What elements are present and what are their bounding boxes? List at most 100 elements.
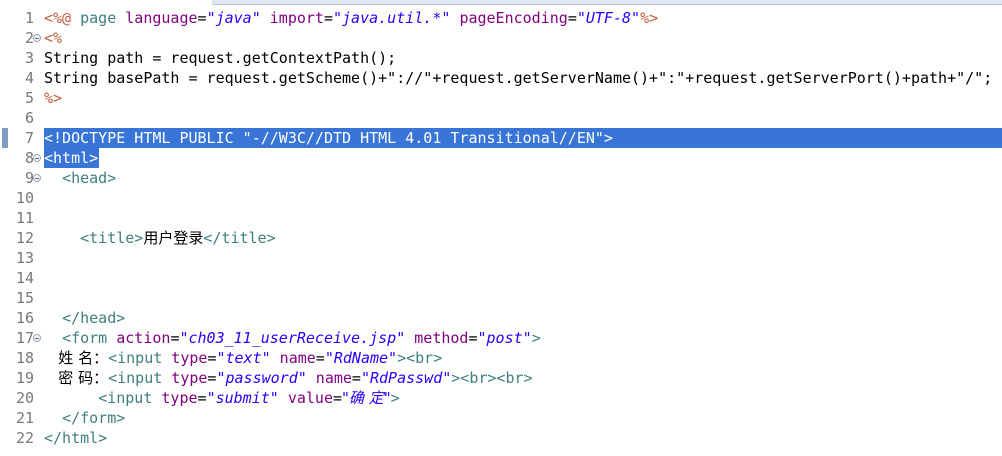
code-line[interactable]: 12 <title>用户登录</title>	[0, 228, 1002, 248]
code-lines[interactable]: 1 <%@ page language="java" import="java.u…	[0, 8, 1002, 448]
code-text: String path = request.getContextPath();	[44, 48, 396, 68]
code-text: </form>	[44, 408, 125, 428]
code-token: "java"	[206, 9, 261, 27]
line-number: 11	[15, 209, 34, 227]
code-line[interactable]: 3 String path = request.getContextPath();	[0, 48, 1002, 68]
line-number: 7	[24, 129, 34, 147]
code-line[interactable]: 4 String basePath = request.getScheme()+"…	[0, 68, 1002, 88]
code-line[interactable]: 10	[0, 188, 1002, 208]
line-number: 14	[15, 269, 34, 287]
code-token: <input	[108, 349, 163, 367]
code-text: 姓 名：<input type="text" name="RdName"><br…	[44, 348, 442, 368]
line-number: 12	[15, 229, 34, 247]
code-token: import	[269, 9, 324, 27]
code-token: =	[197, 9, 207, 27]
code-line[interactable]: 2 <%	[0, 28, 1002, 48]
code-line[interactable]: 1 <%@ page language="java" import="java.u…	[0, 8, 1002, 28]
code-line[interactable]: 19 密 码：<input type="password" name="RdPa…	[0, 368, 1002, 388]
code-token: =	[351, 369, 361, 387]
code-token: =	[197, 389, 207, 407]
fold-toggle-icon[interactable]	[33, 334, 41, 342]
code-line[interactable]: 15	[0, 288, 1002, 308]
code-token: <%	[44, 29, 63, 47]
code-text: <head>	[44, 168, 116, 188]
fold-toggle-icon[interactable]	[33, 34, 41, 42]
code-text: <title>用户登录</title>	[44, 228, 276, 248]
line-number: 17	[15, 329, 34, 347]
code-token: type	[171, 349, 208, 367]
code-line[interactable]: 14	[0, 268, 1002, 288]
code-token: <br>	[406, 349, 443, 367]
code-token: 用户登录	[143, 229, 204, 247]
code-token: </title>	[203, 229, 276, 247]
code-token: "text"	[216, 349, 271, 367]
code-editor[interactable]: 1 <%@ page language="java" import="java.u…	[0, 0, 1002, 456]
code-token: "password"	[216, 369, 307, 387]
line-number: 15	[15, 289, 34, 307]
code-text: <!DOCTYPE HTML PUBLIC "-//W3C//DTD HTML …	[44, 128, 613, 148]
code-text: </head>	[44, 308, 125, 328]
code-token: =	[315, 349, 325, 367]
line-number: 18	[15, 349, 34, 367]
line-number: 9	[24, 169, 34, 187]
code-text: <form action = "ch03_11_userReceive.jsp" m…	[44, 328, 541, 348]
code-line[interactable]: 5 %>	[0, 88, 1002, 108]
code-line[interactable]: 22 </html>	[0, 428, 1002, 448]
code-line[interactable]: 13	[0, 248, 1002, 268]
code-token: >	[451, 369, 461, 387]
code-token: value	[287, 389, 333, 407]
code-token: method	[414, 329, 469, 347]
code-token: </head>	[62, 309, 126, 327]
code-token: String path = request.getContextPath();	[44, 49, 397, 67]
code-token: =	[468, 329, 478, 347]
code-token: "RdPasswd"	[360, 369, 452, 387]
line-number: 16	[15, 309, 34, 327]
code-line[interactable]: 18 姓 名：<input type="text" name="RdName">…	[0, 348, 1002, 368]
line-number: 20	[15, 389, 34, 407]
code-text: %>	[44, 88, 62, 108]
code-line[interactable]: 17 <form action = "ch03_11_userReceive.jsp…	[0, 328, 1002, 348]
fold-toggle-icon[interactable]	[33, 174, 41, 182]
code-line[interactable]: 20 <input type="submit" value="确 定">	[0, 388, 1002, 408]
code-token: <input	[108, 369, 163, 387]
fold-toggle-icon[interactable]	[33, 154, 41, 162]
code-line[interactable]: 16 </head>	[0, 308, 1002, 328]
code-token: <title>	[80, 229, 144, 247]
code-token: =	[333, 389, 343, 407]
code-token: <input	[98, 389, 153, 407]
code-line[interactable]: 21 </form>	[0, 408, 1002, 428]
code-token: <br>	[460, 369, 497, 387]
code-token: </html>	[44, 429, 108, 447]
code-text: <input type="submit" value="确 定">	[44, 388, 399, 408]
code-text: <html>	[44, 148, 98, 168]
code-line[interactable]: 9 <head>	[0, 168, 1002, 188]
code-line[interactable]: 11	[0, 208, 1002, 228]
code-line[interactable]: 8 <html>	[0, 148, 1002, 168]
code-token: "UTF-8"	[576, 9, 641, 27]
code-text: 密 码：<input type="password" name="RdPassw…	[44, 368, 532, 388]
code-token: "post"	[477, 329, 532, 347]
code-text: </html>	[44, 428, 107, 448]
code-token: <%@	[44, 9, 72, 27]
code-line[interactable]: 7 <!DOCTYPE HTML PUBLIC "-//W3C//DTD HTML…	[0, 128, 1002, 148]
code-token: >	[397, 349, 407, 367]
code-token: String basePath = request.getScheme()+":…	[44, 69, 993, 87]
code-token: "submit"	[206, 389, 279, 407]
code-token: action	[116, 329, 171, 347]
code-token: 密 码：	[44, 369, 109, 387]
code-line[interactable]: 6	[0, 108, 1002, 128]
code-token: "ch03_11_userReceive.jsp"	[179, 329, 406, 347]
editor-tab-strip	[0, 0, 1002, 6]
line-number: 21	[15, 409, 34, 427]
code-token: <!DOCTYPE HTML PUBLIC "-//W3C//DTD HTML …	[44, 129, 613, 147]
code-token: page	[80, 9, 117, 27]
code-token: <head>	[62, 169, 117, 187]
code-token: language	[125, 9, 198, 27]
code-token: type	[161, 389, 198, 407]
